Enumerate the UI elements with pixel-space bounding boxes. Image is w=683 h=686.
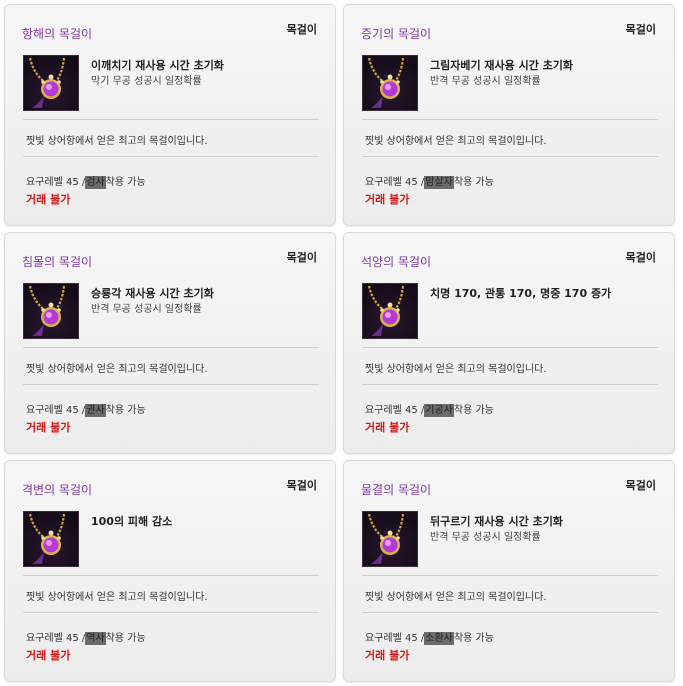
- requirement-suffix: 착용 가능: [453, 177, 494, 188]
- divider: [23, 384, 319, 385]
- required-class: 권사: [85, 404, 106, 417]
- item-requirement: 요구레벨 45 /권사착용 가능: [26, 401, 146, 417]
- requirement-suffix: 착용 가능: [105, 177, 146, 188]
- item-name: 침몰의 목걸이: [22, 255, 93, 269]
- item-name: 증기의 목걸이: [361, 27, 432, 41]
- item-name: 항해의 목걸이: [22, 27, 93, 41]
- necklace-icon: [23, 283, 79, 339]
- requirement-suffix: 착용 가능: [453, 633, 494, 644]
- divider: [362, 347, 658, 348]
- item-name: 물결의 목걸이: [361, 483, 432, 497]
- required-level: 요구레벨 45 /: [365, 177, 425, 188]
- divider: [23, 575, 319, 576]
- necklace-icon: [362, 55, 418, 111]
- divider: [362, 384, 658, 385]
- item-name: 석양의 목걸이: [361, 255, 432, 269]
- item-type: 목걸이: [625, 251, 656, 264]
- divider: [362, 119, 658, 120]
- item-requirement: 요구레벨 45 /소환사착용 가능: [365, 629, 494, 645]
- item-type: 목걸이: [286, 23, 317, 36]
- item-card: 물결의 목걸이 목걸이 뒤구르기 재사용 시간 초기화 반격 무공 성공시 일정…: [343, 460, 675, 682]
- requirement-suffix: 착용 가능: [105, 633, 146, 644]
- item-description: 찟빛 상어항에서 얻은 최고의 목걸이입니다.: [26, 136, 208, 147]
- item-description: 찟빛 상어항에서 얻은 최고의 목걸이입니다.: [26, 592, 208, 603]
- required-class: 역사: [85, 632, 106, 645]
- item-requirement: 요구레벨 45 /검사착용 가능: [26, 173, 146, 189]
- item-effect: 100의 피해 감소: [91, 515, 173, 528]
- required-class: 검사: [85, 176, 106, 189]
- divider: [23, 612, 319, 613]
- required-level: 요구레벨 45 /: [26, 405, 86, 416]
- item-effect: 승룡각 재사용 시간 초기화: [91, 287, 214, 300]
- item-effect: 이깨치기 재사용 시간 초기화: [91, 59, 224, 72]
- item-description: 찟빛 상어항에서 얻은 최고의 목걸이입니다.: [365, 364, 547, 375]
- item-card: 항해의 목걸이 목걸이 이깨치기 재사용 시간 초기화 막기 무공 성공시 일정…: [4, 4, 336, 226]
- item-effect: 뒤구르기 재사용 시간 초기화: [430, 515, 563, 528]
- required-level: 요구레벨 45 /: [26, 633, 86, 644]
- necklace-icon: [362, 283, 418, 339]
- item-type: 목걸이: [625, 23, 656, 36]
- required-class: 암살자: [424, 176, 454, 189]
- item-effect-condition: 반격 무공 성공시 일정확률: [91, 304, 202, 315]
- item-effect: 치명 170, 관통 170, 명중 170 증가: [430, 287, 612, 300]
- required-class: 소환사: [424, 632, 454, 645]
- item-type: 목걸이: [286, 479, 317, 492]
- necklace-icon: [362, 511, 418, 567]
- item-card: 증기의 목걸이 목걸이 그림자베기 재사용 시간 초기화 반격 무공 성공시 일…: [343, 4, 675, 226]
- required-class: 기공사: [424, 404, 454, 417]
- trade-status: 거래 불가: [365, 193, 410, 206]
- item-requirement: 요구레벨 45 /암살자착용 가능: [365, 173, 494, 189]
- item-description: 찟빛 상어항에서 얻은 최고의 목걸이입니다.: [365, 592, 547, 603]
- item-card: 침몰의 목걸이 목걸이 승룡각 재사용 시간 초기화 반격 무공 성공시 일정확…: [4, 232, 336, 454]
- item-type: 목걸이: [286, 251, 317, 264]
- item-description: 찟빛 상어항에서 얻은 최고의 목걸이입니다.: [26, 364, 208, 375]
- item-effect: 그림자베기 재사용 시간 초기화: [430, 59, 574, 72]
- item-effect-condition: 반격 무공 성공시 일정확률: [430, 76, 541, 87]
- item-requirement: 요구레벨 45 /역사착용 가능: [26, 629, 146, 645]
- requirement-suffix: 착용 가능: [105, 405, 146, 416]
- trade-status: 거래 불가: [365, 649, 410, 662]
- required-level: 요구레벨 45 /: [365, 633, 425, 644]
- requirement-suffix: 착용 가능: [453, 405, 494, 416]
- trade-status: 거래 불가: [26, 421, 71, 434]
- item-card: 격변의 목걸이 목걸이 100의 피해 감소 찟빛 상어항에서 얻은 최고의 목…: [4, 460, 336, 682]
- divider: [362, 612, 658, 613]
- trade-status: 거래 불가: [26, 649, 71, 662]
- required-level: 요구레벨 45 /: [365, 405, 425, 416]
- item-card: 석양의 목걸이 목걸이 치명 170, 관통 170, 명중 170 증가 찟빛…: [343, 232, 675, 454]
- trade-status: 거래 불가: [365, 421, 410, 434]
- item-requirement: 요구레벨 45 /기공사착용 가능: [365, 401, 494, 417]
- item-description: 찟빛 상어항에서 얻은 최고의 목걸이입니다.: [365, 136, 547, 147]
- trade-status: 거래 불가: [26, 193, 71, 206]
- necklace-icon: [23, 55, 79, 111]
- divider: [23, 119, 319, 120]
- divider: [362, 575, 658, 576]
- item-effect-condition: 반격 무공 성공시 일정확률: [430, 532, 541, 543]
- required-level: 요구레벨 45 /: [26, 177, 86, 188]
- divider: [23, 347, 319, 348]
- item-name: 격변의 목걸이: [22, 483, 93, 497]
- item-effect-condition: 막기 무공 성공시 일정확률: [91, 76, 202, 87]
- necklace-icon: [23, 511, 79, 567]
- divider: [23, 156, 319, 157]
- divider: [362, 156, 658, 157]
- item-type: 목걸이: [625, 479, 656, 492]
